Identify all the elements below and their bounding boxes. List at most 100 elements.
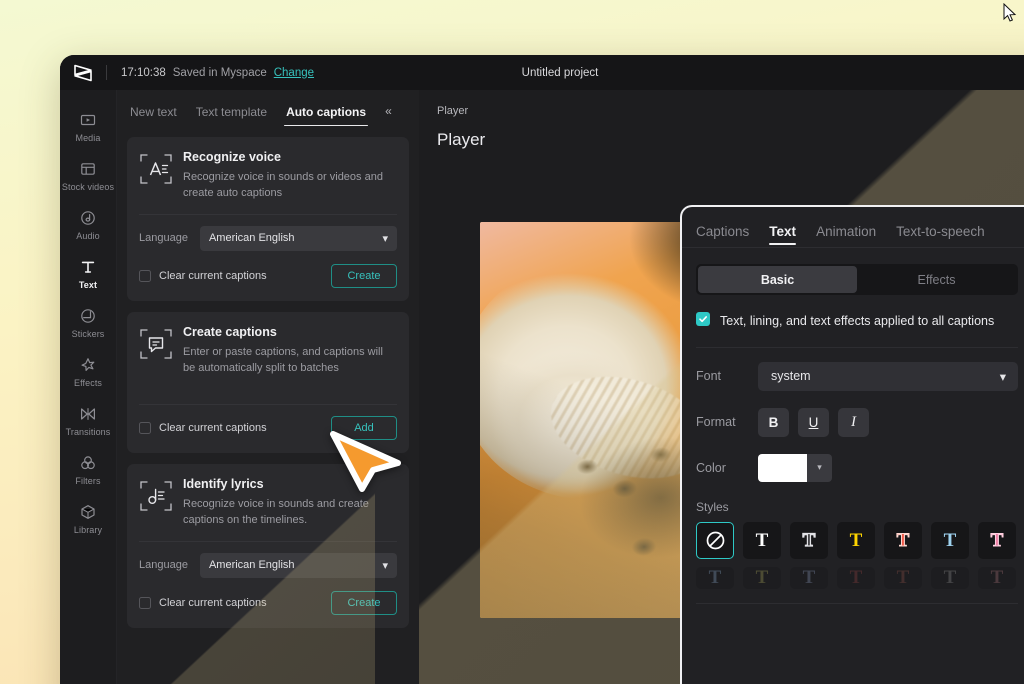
tab-text-to-speech[interactable]: Text-to-speech (896, 224, 985, 245)
language-select[interactable]: American English ▾ (200, 553, 397, 578)
style-glyph: T (991, 531, 1004, 550)
language-value: American English (209, 232, 295, 244)
titlebar-divider (106, 65, 107, 80)
text-icon (79, 258, 97, 276)
styles-row-2: T T T T T T T (682, 559, 1024, 589)
style-pink[interactable]: T (978, 522, 1016, 559)
clear-captions-checkbox[interactable] (139, 597, 151, 609)
style-glyph: T (850, 568, 863, 587)
tab-animation[interactable]: Animation (816, 224, 876, 245)
basic-effects-segmented-control: Basic Effects (696, 264, 1018, 295)
style-steel[interactable]: T (696, 567, 734, 589)
sidebar-item-filters[interactable]: Filters (60, 445, 116, 494)
card-description: Enter or paste captions, and captions wi… (183, 344, 395, 377)
color-picker[interactable]: ▾ (758, 454, 832, 482)
card-description: Recognize voice in sounds or videos and … (183, 169, 395, 202)
tab-text-template[interactable]: Text template (196, 105, 267, 126)
style-glyph: T (944, 531, 957, 550)
create-button[interactable]: Create (331, 591, 397, 615)
collapse-panel-icon[interactable]: « (385, 104, 392, 126)
font-select[interactable]: system ▾ (758, 362, 1018, 391)
sidebar-item-media[interactable]: Media (60, 102, 116, 151)
style-outline[interactable]: T (790, 522, 828, 559)
left-rail: Media Stock videos Audio Text (60, 90, 117, 684)
sidebar-label: Audio (76, 231, 100, 241)
transitions-icon (79, 405, 97, 423)
media-icon (79, 111, 97, 129)
style-none[interactable] (696, 522, 734, 559)
card-header: Recognize voice Recognize voice in sound… (127, 137, 409, 214)
player-label-large: Player (419, 117, 1024, 150)
sidebar-item-library[interactable]: Library (60, 494, 116, 543)
style-red[interactable]: T (884, 522, 922, 559)
style-glyph: T (803, 568, 816, 587)
sidebar-label: Text (79, 280, 97, 290)
language-label: Language (139, 559, 188, 571)
change-save-location-link[interactable]: Change (274, 67, 314, 79)
card-title: Recognize voice (183, 150, 395, 164)
tab-text[interactable]: Text (769, 224, 796, 245)
style-glyph: T (756, 531, 769, 550)
tab-captions[interactable]: Captions (696, 224, 749, 245)
no-style-icon (705, 530, 726, 551)
styles-row-1: T T T T T T (682, 514, 1024, 559)
card-recognize-voice: Recognize voice Recognize voice in sound… (127, 137, 409, 301)
player-label-small: Player (419, 90, 1024, 117)
style-brown[interactable]: T (884, 567, 922, 589)
chevron-down-icon[interactable]: ▾ (807, 454, 832, 482)
clear-captions-checkbox[interactable] (139, 422, 151, 434)
titlebar-time: 17:10:38 (121, 67, 166, 79)
effects-icon (79, 356, 97, 374)
sidebar-item-text[interactable]: Text (60, 249, 116, 298)
sidebar-item-effects[interactable]: Effects (60, 347, 116, 396)
clear-captions-checkbox[interactable] (139, 270, 151, 282)
style-glyph: T (944, 568, 957, 587)
identify-lyrics-icon (139, 479, 173, 513)
check-icon (698, 314, 708, 324)
style-gray[interactable]: T (931, 567, 969, 589)
card-description: Recognize voice in sounds and create cap… (183, 496, 395, 529)
italic-icon[interactable]: I (838, 408, 869, 437)
sidebar-label: Filters (75, 476, 100, 486)
style-yellow[interactable]: T (837, 522, 875, 559)
create-button[interactable]: Create (331, 264, 397, 288)
sidebar-label: Library (74, 525, 102, 535)
sidebar-item-stock-videos[interactable]: Stock videos (60, 151, 116, 200)
style-blue[interactable]: T (931, 522, 969, 559)
orange-arrow-cursor (326, 420, 404, 492)
language-select[interactable]: American English ▾ (200, 226, 397, 251)
card-footer: Clear current captions Create (127, 260, 409, 301)
color-swatch[interactable] (758, 454, 807, 482)
language-value: American English (209, 559, 295, 571)
segment-basic[interactable]: Basic (698, 266, 857, 293)
sidebar-item-stickers[interactable]: Stickers (60, 298, 116, 347)
style-maroon[interactable]: T (837, 567, 875, 589)
style-glyph: T (756, 568, 769, 587)
chevron-down-icon: ▾ (382, 559, 388, 572)
bold-icon[interactable]: B (758, 408, 789, 437)
tab-auto-captions[interactable]: Auto captions (286, 105, 366, 126)
chevron-down-icon: ▾ (1000, 369, 1006, 384)
style-glyph: T (991, 568, 1004, 587)
style-slate[interactable]: T (790, 567, 828, 589)
capcut-logo-icon[interactable] (60, 64, 106, 82)
segment-effects[interactable]: Effects (857, 266, 1016, 293)
tab-new-text[interactable]: New text (130, 105, 177, 126)
stock-videos-icon (79, 160, 97, 178)
apply-to-all-label: Text, lining, and text effects applied t… (720, 311, 994, 333)
underline-icon[interactable]: U (798, 408, 829, 437)
style-rose[interactable]: T (978, 567, 1016, 589)
style-olive[interactable]: T (743, 567, 781, 589)
card-footer: Clear current captions Create (127, 587, 409, 628)
sidebar-item-audio[interactable]: Audio (60, 200, 116, 249)
language-label: Language (139, 232, 188, 244)
style-white[interactable]: T (743, 522, 781, 559)
panel-tabs: New text Text template Auto captions « (117, 90, 419, 126)
apply-to-all-checkbox[interactable] (696, 312, 710, 326)
clear-captions-label: Clear current captions (159, 597, 323, 609)
sidebar-label: Stock videos (62, 182, 114, 192)
card-header: Create captions Enter or paste captions,… (127, 312, 409, 389)
sidebar-item-transitions[interactable]: Transitions (60, 396, 116, 445)
recognize-voice-icon (139, 152, 173, 186)
create-captions-icon (139, 327, 173, 361)
